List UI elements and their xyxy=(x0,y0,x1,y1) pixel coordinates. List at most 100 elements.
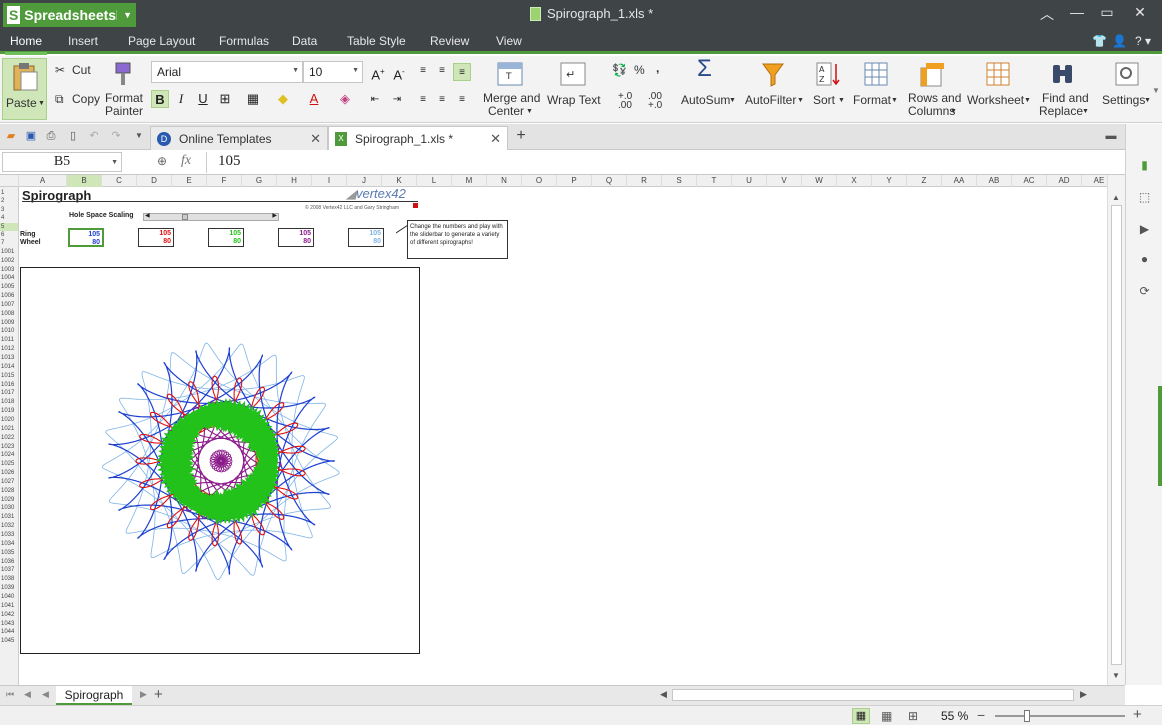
row-header[interactable]: 1024 xyxy=(0,451,18,459)
column-header[interactable]: D xyxy=(137,175,172,187)
customize-toolbar-icon[interactable]: ▼ xyxy=(132,129,146,143)
close-icon[interactable]: ✕ xyxy=(310,131,321,147)
zoom-lookup-icon[interactable]: ⊕ xyxy=(157,154,167,168)
row-header[interactable]: 1038 xyxy=(0,575,18,583)
ring-wheel-input-3[interactable]: 105 80 xyxy=(208,228,244,247)
row-header[interactable]: 2 xyxy=(0,197,18,205)
bold-button[interactable]: B xyxy=(151,90,169,108)
row-header[interactable]: 1034 xyxy=(0,540,18,548)
increase-decimal-button[interactable]: +.0 .00 xyxy=(618,92,632,111)
next-tab-icon[interactable]: ▶ xyxy=(140,689,147,700)
clear-format-icon[interactable]: ◈ xyxy=(336,90,354,108)
slider-left-arrow[interactable]: ◀ xyxy=(145,212,150,219)
spirograph-chart[interactable] xyxy=(20,267,420,654)
copy-button[interactable]: Copy xyxy=(72,93,100,106)
row-header[interactable]: 1041 xyxy=(0,602,18,610)
scroll-left-icon[interactable]: ◀ xyxy=(660,689,667,700)
column-header[interactable]: AD xyxy=(1047,175,1082,187)
row-header[interactable]: 1014 xyxy=(0,363,18,371)
row-header[interactable]: 1043 xyxy=(0,620,18,628)
row-header[interactable]: 1032 xyxy=(0,522,18,530)
column-header[interactable]: Z xyxy=(907,175,942,187)
font-color-icon[interactable]: A xyxy=(305,90,323,108)
shapes-icon[interactable]: ● xyxy=(1137,252,1152,267)
column-header[interactable]: V xyxy=(767,175,802,187)
vertical-scrollbar[interactable]: ▲ ▼ xyxy=(1107,175,1125,685)
open-folder-icon[interactable]: ▰ xyxy=(4,129,18,143)
sort-button[interactable]: Sort xyxy=(813,94,835,107)
ring-wheel-input-1[interactable]: 105 80 xyxy=(68,228,104,247)
align-right-icon[interactable]: ≡ xyxy=(453,91,471,109)
maximize-button[interactable]: ▭ xyxy=(1095,4,1119,21)
app-menu-button[interactable]: S Spreadsheets ▼ xyxy=(3,3,136,27)
column-header[interactable]: Q xyxy=(592,175,627,187)
scroll-down-icon[interactable]: ▼ xyxy=(1112,671,1120,680)
row-header[interactable]: 1 xyxy=(0,189,18,197)
autosum-button[interactable]: AutoSum xyxy=(681,94,730,107)
row-header[interactable]: 1018 xyxy=(0,398,18,406)
pane-toggle-handle[interactable] xyxy=(1158,386,1162,486)
column-header[interactable]: O xyxy=(522,175,557,187)
slider-right-arrow[interactable]: ▶ xyxy=(272,212,277,219)
row-header[interactable]: 7 xyxy=(0,239,18,247)
print-icon[interactable]: ⎙ xyxy=(44,129,58,143)
underline-button[interactable]: U xyxy=(194,90,212,108)
column-header[interactable]: T xyxy=(697,175,732,187)
row-header[interactable]: 1026 xyxy=(0,469,18,477)
settings-button[interactable]: Settings xyxy=(1102,94,1145,107)
column-header[interactable]: R xyxy=(627,175,662,187)
help-icon[interactable]: ? ▾ xyxy=(1135,34,1151,48)
insert-function-button[interactable]: fx xyxy=(181,153,191,169)
row-header[interactable]: 1017 xyxy=(0,389,18,397)
wheel-value[interactable]: 80 xyxy=(373,238,381,245)
row-header[interactable]: 1029 xyxy=(0,496,18,504)
column-header[interactable]: U xyxy=(732,175,767,187)
normal-view-icon[interactable]: ▦ xyxy=(852,708,870,724)
select-icon[interactable]: ⬚ xyxy=(1137,190,1152,205)
collapse-ribbon-icon[interactable]: ︿ xyxy=(1035,4,1059,24)
row-header[interactable]: 1033 xyxy=(0,531,18,539)
row-header[interactable]: 1031 xyxy=(0,513,18,521)
column-header[interactable]: Y xyxy=(872,175,907,187)
tab-table-style[interactable]: Table Style xyxy=(347,33,406,49)
align-left-icon[interactable]: ≡ xyxy=(414,91,432,109)
fill-color-icon[interactable]: ◆ xyxy=(274,90,292,108)
column-header[interactable]: A xyxy=(19,175,67,187)
currency-icon[interactable]: 💱 xyxy=(612,64,627,77)
align-middle-icon[interactable]: ≡ xyxy=(433,62,451,80)
new-document-icon[interactable]: ▮ xyxy=(1137,158,1152,173)
spreadsheet-grid[interactable]: A B C D E F G H I J K L M N O P Q R S T U V W X Y Z AA AB AC AD AE 123… xyxy=(0,175,1107,685)
tab-insert[interactable]: Insert xyxy=(68,33,98,49)
row-header[interactable]: 1037 xyxy=(0,566,18,574)
wheel-value[interactable]: 80 xyxy=(92,239,100,246)
ring-value[interactable]: 105 xyxy=(299,230,311,237)
column-header[interactable]: E xyxy=(172,175,207,187)
row-header[interactable]: 1025 xyxy=(0,460,18,468)
worksheet-button[interactable]: Worksheet xyxy=(967,94,1024,107)
zoom-out-icon[interactable]: − xyxy=(977,707,985,723)
row-header[interactable]: 1012 xyxy=(0,345,18,353)
autofilter-button[interactable]: AutoFilter xyxy=(745,94,796,107)
row-header[interactable]: 1016 xyxy=(0,381,18,389)
row-header[interactable]: 1003 xyxy=(0,266,18,274)
column-header[interactable]: B xyxy=(67,175,102,187)
tab-online-templates[interactable]: D Online Templates ✕ xyxy=(150,126,328,150)
ring-value[interactable]: 105 xyxy=(229,230,241,237)
row-header[interactable]: 1042 xyxy=(0,611,18,619)
row-header[interactable]: 1001 xyxy=(0,248,18,256)
tab-spirograph[interactable]: X Spirograph_1.xls * ✕ xyxy=(328,126,508,150)
close-icon[interactable]: ✕ xyxy=(490,131,501,147)
column-header[interactable]: AB xyxy=(977,175,1012,187)
column-header[interactable]: X xyxy=(837,175,872,187)
column-header[interactable]: G xyxy=(242,175,277,187)
row-header[interactable]: 1035 xyxy=(0,549,18,557)
formula-input[interactable]: 105 xyxy=(218,153,241,170)
column-header[interactable]: C xyxy=(102,175,137,187)
column-header[interactable]: AE xyxy=(1082,175,1107,187)
ribbon-scroll-icon[interactable]: ▼ xyxy=(1152,84,1160,97)
align-center-icon[interactable]: ≡ xyxy=(433,91,451,109)
zoom-in-icon[interactable]: + xyxy=(1133,706,1142,723)
close-button[interactable]: ✕ xyxy=(1128,4,1152,21)
row-header[interactable]: 1022 xyxy=(0,434,18,442)
row-header[interactable]: 1007 xyxy=(0,301,18,309)
